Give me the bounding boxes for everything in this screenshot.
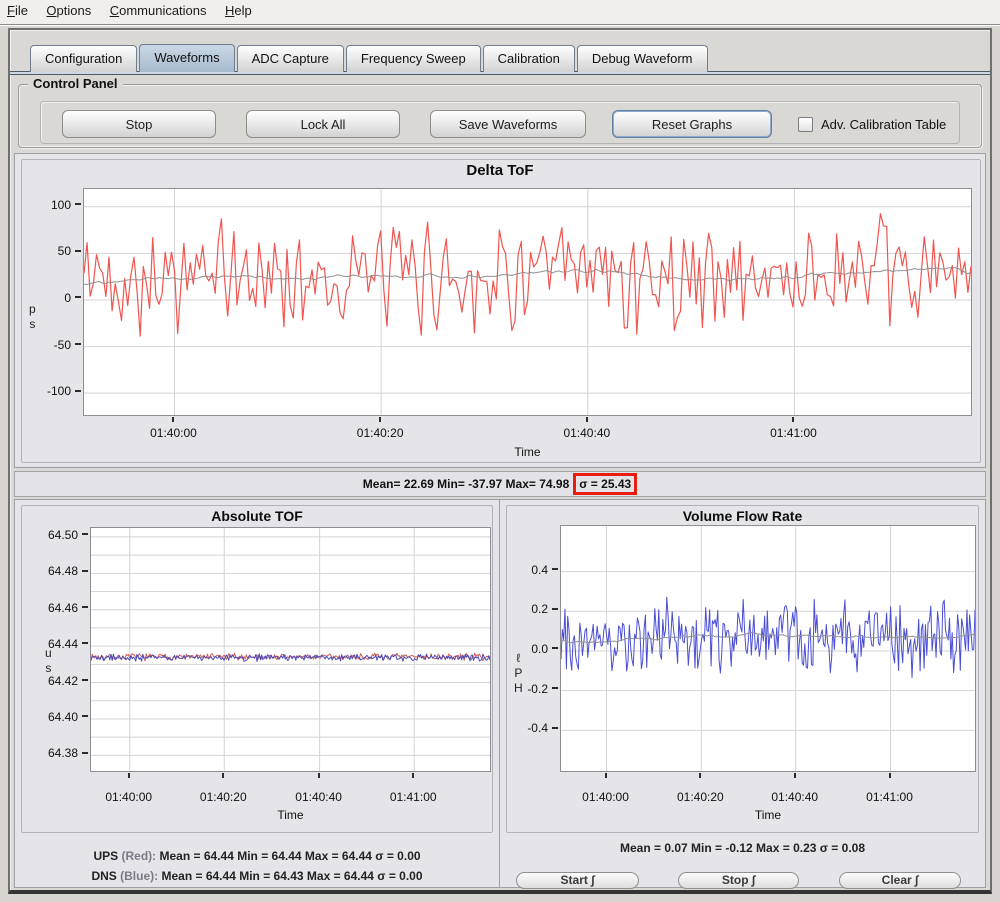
x-tick-mark bbox=[172, 417, 174, 422]
x-tick-label: 01:40:20 bbox=[335, 426, 425, 440]
tab-bar: Configuration Waveforms ADC Capture Freq… bbox=[30, 44, 710, 72]
delta-tof-y-tick-labels: 100 50 0 -50 -100 bbox=[17, 188, 81, 416]
volume-flow-rate-panel: Volume Flow Rate ℓPH 0.40.20.0-0.2-0.4 0… bbox=[499, 499, 986, 888]
x-tick-label: 01:41:00 bbox=[368, 790, 458, 804]
absolute-tof-plot-area bbox=[90, 527, 491, 772]
x-tick-label: 01:40:40 bbox=[274, 790, 364, 804]
delta-tof-x-tick-marks bbox=[83, 417, 972, 423]
absolute-tof-x-axis-title: Time bbox=[90, 808, 491, 822]
delta-tof-title: Delta ToF bbox=[15, 162, 985, 179]
x-tick-mark bbox=[318, 773, 320, 778]
menu-bar: File Options Communications Help bbox=[0, 0, 1000, 25]
x-tick-label: 01:40:40 bbox=[750, 790, 840, 804]
tab-configuration[interactable]: Configuration bbox=[30, 45, 137, 72]
x-tick-mark bbox=[605, 773, 607, 778]
start-integral-button[interactable]: Start ∫ bbox=[516, 872, 639, 889]
y-tick-label: 64.48 bbox=[19, 564, 88, 578]
ups-color-note: (Red): bbox=[121, 849, 156, 863]
stop-integral-button[interactable]: Stop ∫ bbox=[678, 872, 799, 889]
sigma-highlight-annotation: σ = 25.43 bbox=[573, 473, 637, 495]
x-tick-mark bbox=[699, 773, 701, 778]
x-tick-mark bbox=[794, 773, 796, 778]
delta-tof-plot-area bbox=[83, 188, 972, 416]
x-tick-mark bbox=[222, 773, 224, 778]
x-tick-label: 01:40:20 bbox=[178, 790, 268, 804]
dns-stats-line: DNS (Blue): Mean = 64.44 Min = 64.43 Max… bbox=[15, 869, 499, 883]
x-tick-label: 01:41:00 bbox=[845, 790, 935, 804]
volume-flow-x-tick-labels: 01:40:00 01:40:20 01:40:40 01:41:00 bbox=[560, 790, 976, 805]
x-tick-label: 01:40:00 bbox=[128, 426, 218, 440]
tab-calibration[interactable]: Calibration bbox=[483, 45, 575, 72]
tab-debug-waveform[interactable]: Debug Waveform bbox=[577, 45, 708, 72]
menu-options[interactable]: Options bbox=[39, 0, 98, 20]
dns-values: Mean = 64.44 Min = 64.43 Max = 64.44 σ =… bbox=[161, 869, 422, 883]
x-tick-mark bbox=[889, 773, 891, 778]
dns-color-note: (Blue): bbox=[120, 869, 158, 883]
stop-button[interactable]: Stop bbox=[62, 110, 216, 138]
y-tick-label: -100 bbox=[17, 384, 81, 398]
y-tick-label: 64.40 bbox=[19, 710, 88, 724]
menu-file[interactable]: File bbox=[0, 0, 35, 20]
delta-tof-stats-text: Mean= 22.69 Min= -37.97 Max= 74.98 bbox=[363, 477, 569, 491]
reset-graphs-button[interactable]: Reset Graphs bbox=[612, 110, 772, 138]
y-tick-label: 64.38 bbox=[19, 746, 88, 760]
menu-communications[interactable]: Communications bbox=[103, 0, 214, 20]
volume-flow-title: Volume Flow Rate bbox=[500, 508, 985, 524]
application-window: File Options Communications Help Configu… bbox=[0, 0, 1000, 902]
tab-waveforms[interactable]: Waveforms bbox=[139, 44, 234, 72]
absolute-tof-x-tick-marks bbox=[90, 773, 491, 779]
x-tick-label: 01:40:40 bbox=[542, 426, 632, 440]
absolute-tof-x-tick-labels: 01:40:0001:40:2001:40:4001:41:00 bbox=[90, 790, 491, 805]
ups-label: UPS bbox=[93, 849, 118, 863]
volume-flow-y-tick-labels: 0.4 0.2 0.0 -0.2 -0.4 bbox=[502, 525, 558, 772]
delta-tof-x-tick-labels: 01:40:00 01:40:20 01:40:40 01:41:00 bbox=[83, 426, 972, 441]
y-tick-label: 0.4 bbox=[502, 563, 558, 577]
volume-flow-x-tick-marks bbox=[560, 773, 976, 779]
volume-flow-plot-area bbox=[560, 525, 976, 772]
y-tick-label: 64.42 bbox=[19, 674, 88, 688]
menu-help[interactable]: Help bbox=[218, 0, 259, 20]
y-tick-label: 50 bbox=[17, 244, 81, 258]
x-tick-label: 01:40:00 bbox=[561, 790, 651, 804]
adv-calibration-table-label: Adv. Calibration Table bbox=[821, 117, 946, 132]
tab-frequency-sweep[interactable]: Frequency Sweep bbox=[346, 45, 481, 72]
y-tick-label: 64.46 bbox=[19, 601, 88, 615]
dns-label: DNS bbox=[91, 869, 116, 883]
tab-adc-capture[interactable]: ADC Capture bbox=[237, 45, 344, 72]
y-tick-label: 0 bbox=[17, 291, 81, 305]
delta-tof-panel: Delta ToF ps 100500-50-100 01:40:0001:40… bbox=[14, 153, 986, 468]
lock-all-button[interactable]: Lock All bbox=[246, 110, 400, 138]
y-tick-label: -0.2 bbox=[502, 682, 558, 696]
volume-flow-stats-line: Mean = 0.07 Min = -0.12 Max = 0.23 σ = 0… bbox=[500, 841, 985, 855]
ups-values: Mean = 64.44 Min = 64.44 Max = 64.44 σ =… bbox=[160, 849, 421, 863]
y-tick-label: 64.50 bbox=[19, 528, 88, 542]
x-tick-mark bbox=[379, 417, 381, 422]
absolute-tof-panel: Absolute TOF us 64.5064.4864.4664.4464.4… bbox=[14, 499, 500, 888]
x-tick-mark bbox=[128, 773, 130, 778]
ups-stats-line: UPS (Red): Mean = 64.44 Min = 64.44 Max … bbox=[15, 849, 499, 863]
volume-flow-x-axis-title: Time bbox=[560, 808, 976, 822]
adv-calibration-table-checkbox[interactable] bbox=[798, 117, 813, 132]
y-tick-label: -0.4 bbox=[502, 721, 558, 735]
x-tick-mark bbox=[412, 773, 414, 778]
y-tick-label: 0.0 bbox=[502, 642, 558, 656]
delta-tof-x-axis-title: Time bbox=[83, 445, 972, 459]
y-tick-label: 64.44 bbox=[19, 637, 88, 651]
absolute-tof-y-tick-labels: 64.50 64.48 64.46 64.44 64.42 64.40 64.38 bbox=[19, 527, 88, 772]
y-tick-label: -50 bbox=[17, 338, 81, 352]
x-tick-label: 01:41:00 bbox=[748, 426, 838, 440]
clear-integral-button[interactable]: Clear ∫ bbox=[839, 872, 961, 889]
x-tick-mark bbox=[792, 417, 794, 422]
y-tick-label: 0.2 bbox=[502, 602, 558, 616]
delta-tof-stats-bar: Mean= 22.69 Min= -37.97 Max= 74.98 σ = 25… bbox=[14, 471, 986, 497]
x-tick-label: 01:40:00 bbox=[84, 790, 174, 804]
x-tick-mark bbox=[586, 417, 588, 422]
control-panel-title: Control Panel bbox=[28, 76, 123, 91]
x-tick-label: 01:40:20 bbox=[655, 790, 745, 804]
absolute-tof-title: Absolute TOF bbox=[15, 508, 499, 524]
save-waveforms-button[interactable]: Save Waveforms bbox=[430, 110, 586, 138]
y-tick-label: 100 bbox=[17, 198, 81, 212]
